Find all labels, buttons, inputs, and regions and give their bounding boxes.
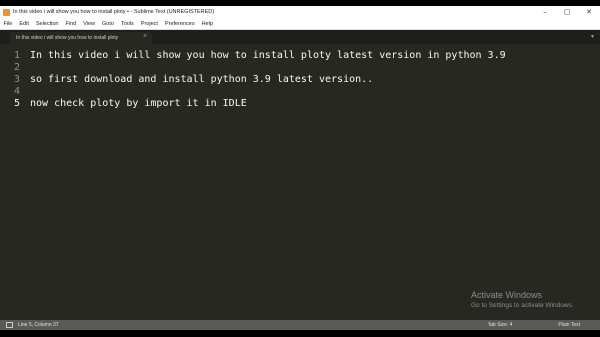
tab-size-selector[interactable]: Tab Size: 4: [488, 322, 513, 328]
menu-edit[interactable]: Edit: [16, 21, 32, 27]
activate-windows-watermark: Activate Windows Go to Settings to activ…: [471, 290, 574, 310]
status-right-group: Tab Size: 4 Plain Text: [442, 320, 580, 330]
menu-selection[interactable]: Selection: [32, 21, 62, 27]
status-bar: Line 5, Column 37 Tab Size: 4 Plain Text: [0, 320, 600, 330]
panel-toggle-icon[interactable]: [6, 322, 13, 328]
tab-overflow-icon[interactable]: ▾: [591, 33, 594, 40]
window-controls: – ▢ ✕: [534, 6, 600, 18]
line-text: now check ploty by import it in IDLE: [30, 98, 247, 109]
window-title: In this video i will show you how to ins…: [13, 9, 215, 15]
tab-label: In this video i will show you how to ins…: [16, 35, 119, 41]
menu-find[interactable]: Find: [62, 21, 80, 27]
syntax-selector[interactable]: Plain Text: [558, 322, 580, 328]
tab-close-icon[interactable]: ×: [143, 33, 147, 40]
editor-line: 5 now check ploty by import it in IDLE: [0, 97, 600, 110]
minimize-button[interactable]: –: [534, 6, 556, 18]
watermark-subtitle: Go to Settings to activate Windows.: [471, 302, 574, 309]
menu-tools[interactable]: Tools: [117, 21, 137, 27]
maximize-button[interactable]: ▢: [556, 6, 578, 18]
menu-view[interactable]: View: [80, 21, 99, 27]
line-number: 5: [13, 98, 20, 109]
menu-file[interactable]: File: [0, 21, 16, 27]
tab-bar: In this video i will show you how to ins…: [0, 30, 600, 44]
sublime-window: In this video i will show you how to ins…: [0, 6, 600, 330]
menu-help[interactable]: Help: [198, 21, 216, 27]
code-editor[interactable]: 1 In this video i will show you how to i…: [0, 44, 600, 320]
title-bar: In this video i will show you how to ins…: [0, 6, 600, 18]
close-button[interactable]: ✕: [578, 6, 600, 18]
menu-preferences[interactable]: Preferences: [161, 21, 198, 27]
menu-project[interactable]: Project: [137, 21, 161, 27]
tab-active-file[interactable]: In this video i will show you how to ins…: [10, 32, 152, 44]
cursor-position: Line 5, Column 37: [18, 322, 59, 328]
menu-bar: File Edit Selection Find View Goto Tools…: [0, 18, 600, 30]
sublime-app-icon: [3, 8, 10, 16]
watermark-title: Activate Windows: [471, 290, 543, 300]
menu-goto[interactable]: Goto: [99, 21, 118, 27]
